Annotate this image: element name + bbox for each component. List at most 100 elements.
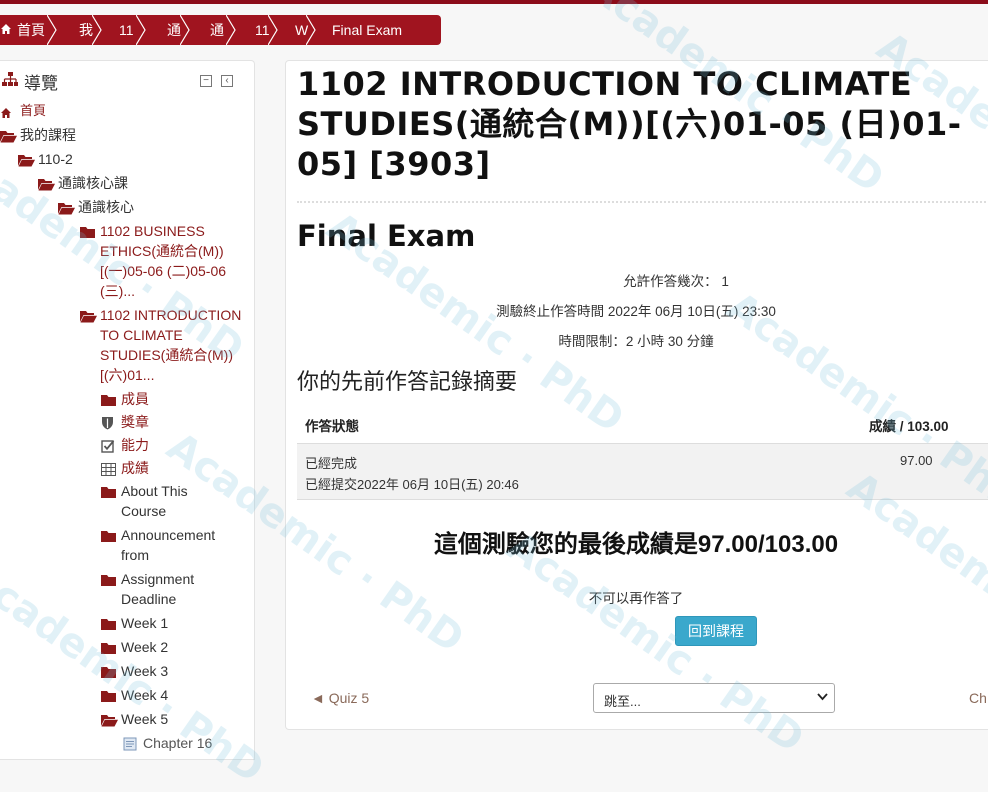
dock-block-button[interactable]: ‹: [221, 75, 233, 87]
table-row: 已經完成 已經提交2022年 06月 10日(五) 20:46 97.00: [297, 444, 988, 500]
chevron-down-icon: [817, 691, 828, 705]
folder-open-icon: [0, 128, 17, 143]
time-limit: 時間限制：2 小時 30 分鐘: [558, 334, 714, 349]
course-title: 1102 INTRODUCTION TO CLIMATE STUDIES(通統合…: [297, 65, 962, 183]
folder-icon: [101, 572, 117, 586]
nav-item-label: 能力: [121, 437, 149, 453]
nav-item-label: Week 2: [121, 639, 169, 655]
no-more-attempts: 不可以再作答了: [588, 591, 684, 606]
checkbox-icon: [101, 438, 117, 453]
column-grade: 成績 / 103.00: [869, 418, 949, 434]
table-header: 作答狀態 成績 / 103.00: [297, 406, 988, 444]
folder-open-icon: [80, 308, 97, 323]
nav-item[interactable]: Assignment Deadline: [101, 569, 216, 609]
quiz-title: Final Exam: [297, 219, 476, 253]
nav-item[interactable]: 成績: [101, 458, 241, 478]
nav-item[interactable]: Chapter 16: [123, 733, 253, 753]
nav-item-label: Announcement from: [121, 527, 216, 563]
chevron-separator-icon: [226, 15, 236, 45]
next-activity-link[interactable]: Ch: [969, 690, 987, 706]
nav-item[interactable]: 我的課程: [0, 125, 240, 145]
nav-item[interactable]: 獎章: [101, 412, 241, 432]
nav-item[interactable]: Week 5: [101, 709, 241, 729]
nav-item[interactable]: 1102 INTRODUCTION TO CLIMATE STUDIES(通統合…: [80, 305, 245, 385]
nav-item[interactable]: Announcement from: [101, 525, 231, 565]
grade-value: 97.00: [900, 453, 933, 468]
column-status: 作答狀態: [305, 418, 359, 434]
nav-item-label: Week 1: [121, 615, 169, 631]
nav-item-label: 1102 INTRODUCTION TO CLIMATE STUDIES(通統合…: [100, 307, 242, 383]
nav-item-label: 成員: [121, 391, 149, 407]
nav-item[interactable]: Week 4: [101, 685, 241, 705]
nav-item-label: 我的課程: [20, 127, 76, 143]
nav-item[interactable]: 通識核心: [58, 197, 238, 217]
breadcrumb-home[interactable]: 首頁: [0, 15, 57, 45]
folder-icon: [101, 392, 117, 406]
summary-heading: 你的先前作答記錄摘要: [297, 369, 518, 394]
folder-icon: [101, 640, 117, 654]
jump-to-select[interactable]: 跳至...: [593, 683, 835, 713]
nav-item-label: 110-2: [38, 151, 73, 167]
home-icon: [0, 104, 16, 118]
nav-item-label: 通識核心: [78, 199, 134, 215]
folder-open-icon: [101, 712, 118, 727]
chevron-separator-icon: [180, 15, 190, 45]
nav-item[interactable]: 能力: [101, 435, 241, 455]
navigation-header: 導覽: [0, 69, 250, 93]
collapse-block-button[interactable]: −: [200, 75, 212, 87]
nav-item-label: Week 5: [121, 711, 169, 727]
top-accent-bar: [0, 0, 988, 4]
folder-open-icon: [38, 176, 55, 191]
attempts-allowed: 允許作答幾次： 1: [623, 274, 729, 289]
main-content: 1102 INTRODUCTION TO CLIMATE STUDIES(通統合…: [285, 60, 988, 730]
nav-item-label: 1102 BUSINESS ETHICS(通統合(M))[(一)05-06 (二…: [100, 223, 227, 299]
close-time: 測驗終止作答時間 2022年 06月 10日(五) 23:30: [496, 304, 776, 319]
nav-item-label: Chapter 16: [143, 735, 213, 751]
nav-item-label: Week 4: [121, 687, 169, 703]
nav-item[interactable]: 通識核心課: [38, 173, 238, 193]
attempts-table: 作答狀態 成績 / 103.00 已經完成 已經提交2022年 06月 10日(…: [297, 406, 988, 500]
chevron-separator-icon: [306, 15, 316, 45]
nav-item-label: Assignment Deadline: [121, 571, 195, 607]
nav-item[interactable]: Week 3: [101, 661, 241, 681]
nav-item-label: 通識核心課: [58, 175, 128, 191]
navigation-block: 導覽 − ‹ 首頁我的課程 110-2 通識核心課通識核心 1102 BUSINESS…: [0, 60, 255, 760]
folder-icon: [80, 224, 96, 238]
nav-item-label: 獎章: [121, 414, 149, 430]
chevron-separator-icon: [47, 15, 57, 45]
status-finished: 已經完成: [305, 456, 358, 471]
navigation-title: 導覽: [24, 73, 58, 93]
folder-open-icon: [18, 152, 35, 167]
breadcrumb: 首頁 我 11 通 通 11 W Final Exam: [0, 15, 441, 45]
folder-icon: [101, 616, 117, 630]
jump-to-label: 跳至...: [604, 694, 641, 709]
nav-item-label: 首頁: [20, 103, 47, 118]
nav-item-label: About This Course: [121, 483, 188, 519]
nav-item[interactable]: 1102 BUSINESS ETHICS(通統合(M))[(一)05-06 (二…: [80, 221, 245, 301]
final-grade: 這個測驗您的最後成績是97.00/103.00: [433, 531, 839, 558]
nav-item-label: 成績: [121, 460, 149, 476]
chevron-separator-icon: [268, 15, 278, 45]
folder-icon: [101, 484, 117, 498]
page-icon: [123, 736, 139, 751]
breadcrumb-current: Final Exam: [332, 22, 403, 38]
chevron-separator-icon: [136, 15, 146, 45]
chevron-separator-icon: [92, 15, 102, 45]
divider: [297, 201, 988, 203]
nav-item[interactable]: 110-2: [18, 149, 238, 169]
nav-item[interactable]: Week 2: [101, 637, 241, 657]
home-icon: [0, 23, 12, 38]
status-submitted: 已經提交2022年 06月 10日(五) 20:46: [305, 477, 519, 492]
folder-icon: [101, 664, 117, 678]
folder-icon: [101, 528, 117, 542]
folder-icon: [101, 688, 117, 702]
nav-item[interactable]: 成員: [101, 389, 241, 409]
previous-activity-link[interactable]: ◄ Quiz 5: [311, 690, 369, 706]
back-to-course-button[interactable]: 回到課程: [675, 616, 757, 646]
sitemap-icon: [2, 71, 18, 92]
shield-icon: [101, 415, 117, 430]
nav-item[interactable]: Week 1: [101, 613, 241, 633]
nav-item-label: Week 3: [121, 663, 169, 679]
nav-item[interactable]: About This Course: [101, 481, 216, 521]
nav-item[interactable]: 首頁: [0, 101, 240, 121]
